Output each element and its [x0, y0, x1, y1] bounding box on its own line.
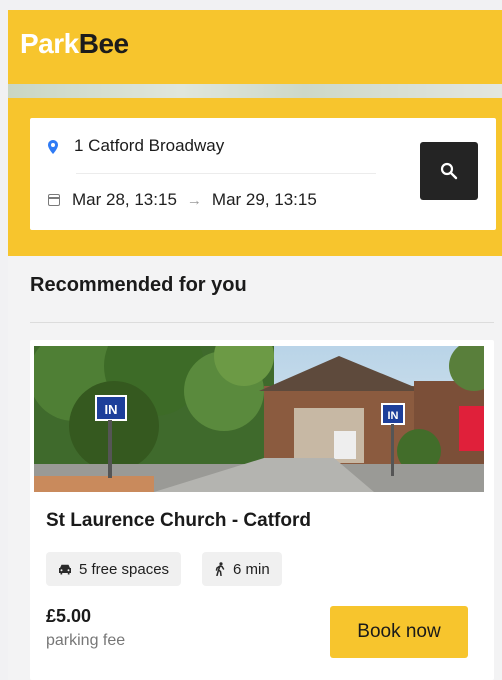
price-value: £5.00 [46, 606, 92, 626]
header-bar: ParkBee [8, 10, 502, 84]
location-row[interactable]: 1 Catford Broadway [48, 136, 224, 156]
parking-title: St Laurence Church - Catford [46, 510, 311, 531]
free-spaces-chip: 5 free spaces [46, 552, 182, 586]
app-frame: ParkBee 1 Catford Broadway Mar 28, 13:15… [8, 10, 502, 680]
search-panel: 1 Catford Broadway Mar 28, 13:15 → Mar 2… [8, 98, 502, 256]
recommended-heading: Recommended for you [30, 274, 247, 296]
walk-time-chip: 6 min [202, 552, 282, 586]
start-date: Mar 28, 13:15 [72, 190, 177, 209]
location-pin-icon [48, 139, 58, 154]
end-date: Mar 29, 13:15 [211, 190, 317, 209]
price-label: parking fee [46, 632, 126, 649]
free-spaces-text: 5 free spaces [79, 560, 170, 578]
date-row[interactable]: Mar 28, 13:15 → Mar 29, 13:15 [48, 190, 317, 210]
sign-right: IN [388, 410, 399, 422]
logo-park: Park [20, 28, 79, 59]
walking-icon [215, 562, 225, 576]
arrow-right-icon: → [186, 191, 202, 209]
book-now-button[interactable]: Book now [330, 606, 468, 658]
parkbee-logo[interactable]: ParkBee [20, 28, 129, 60]
search-icon [440, 162, 458, 180]
search-divider [76, 173, 376, 174]
calendar-icon [48, 194, 60, 206]
parking-photo: IN IN [34, 346, 484, 492]
search-button[interactable] [420, 142, 478, 200]
sign-left: IN [105, 402, 118, 417]
walk-time-text: 6 min [233, 560, 270, 578]
parking-card[interactable]: IN IN St Laurence Church - Catford 5 fre… [30, 340, 494, 680]
map-background [8, 84, 502, 98]
location-text: 1 Catford Broadway [74, 136, 225, 155]
section-divider [30, 322, 494, 323]
search-card: 1 Catford Broadway Mar 28, 13:15 → Mar 2… [30, 118, 496, 230]
car-icon [59, 564, 71, 574]
logo-bee: Bee [78, 28, 129, 59]
